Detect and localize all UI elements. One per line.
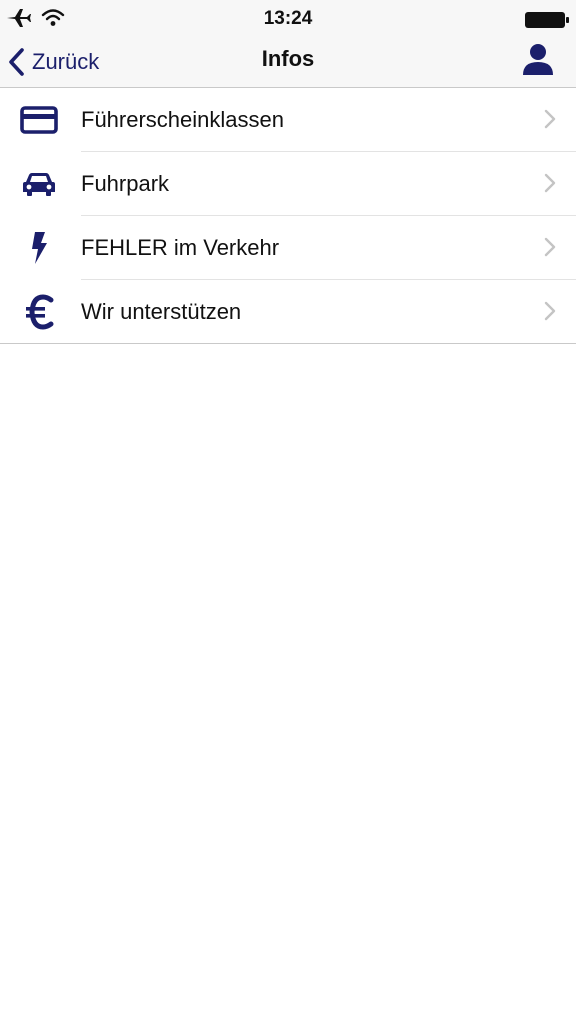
page-title: Infos [261,46,315,71]
info-menu-list: Führerscheinklassen Fuhrpark FEHLER im V… [0,88,576,344]
menu-item-fuehrerscheinklassen[interactable]: Führerscheinklassen [0,88,576,151]
menu-item-label: Wir unterstützen [81,299,242,324]
car-icon [19,152,59,215]
chevron-right-icon [544,301,556,326]
chevron-right-icon [544,237,556,262]
menu-item-label: FEHLER im Verkehr [81,235,280,260]
menu-item-wir-unterstuetzen[interactable]: Wir unterstützen [0,280,576,343]
euro-icon [19,280,59,343]
status-bar: 13:24 [0,0,576,38]
status-time: 13:24 [263,8,313,29]
battery-icon [524,11,570,34]
chevron-right-icon [544,173,556,198]
menu-item-fuhrpark[interactable]: Fuhrpark [0,152,576,215]
menu-item-label: Führerscheinklassen [81,107,284,132]
navigation-bar: Zurück Infos [0,38,576,87]
menu-item-fehler-im-verkehr[interactable]: FEHLER im Verkehr [0,216,576,279]
credit-card-icon [19,88,59,151]
profile-button[interactable] [520,41,556,82]
top-bar: 13:24 Zurück Infos [0,0,576,88]
menu-item-label: Fuhrpark [81,171,170,196]
user-icon [520,44,556,81]
lightning-icon [19,216,59,279]
chevron-right-icon [544,109,556,134]
